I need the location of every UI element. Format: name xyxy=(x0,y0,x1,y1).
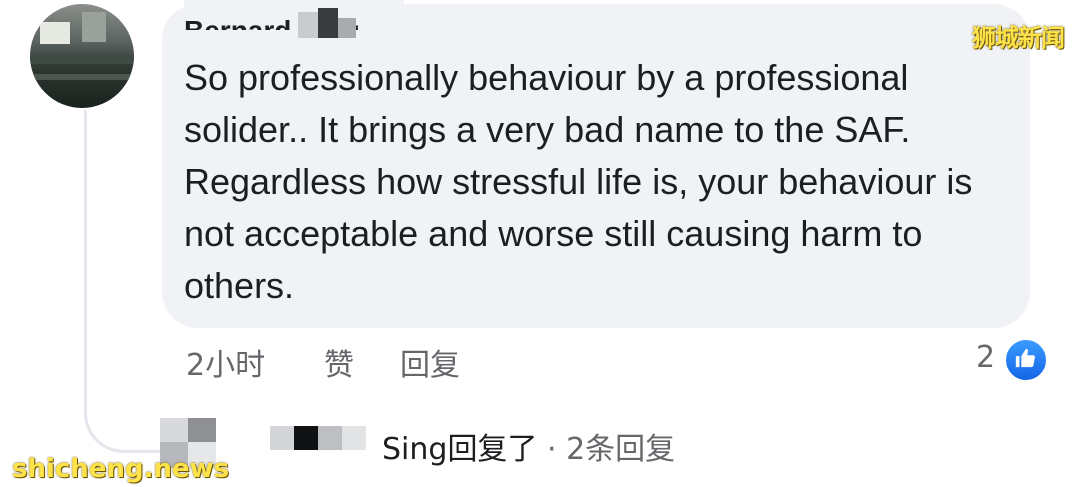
reply-button[interactable]: 回复 xyxy=(400,340,460,384)
watermark-logo-top: 狮城新闻 xyxy=(972,24,1065,52)
thread-connector-line xyxy=(84,110,167,453)
pixelated-censor xyxy=(270,422,366,462)
watermark-site-url: shicheng.news xyxy=(12,454,230,484)
pixelated-censor xyxy=(298,4,356,40)
thumbs-up-icon xyxy=(1004,338,1048,382)
cropped-edge xyxy=(184,0,404,16)
replies-count-link[interactable]: 2条回复 xyxy=(566,432,675,467)
commenter-avatar[interactable] xyxy=(30,4,134,108)
comment-text: So professionally behaviour by a profess… xyxy=(184,57,973,306)
comment-timestamp[interactable]: 2小时 xyxy=(186,340,265,384)
reaction-count: 2 xyxy=(976,340,996,375)
replier-name[interactable]: Sing xyxy=(382,432,447,467)
like-button[interactable]: 赞 xyxy=(324,340,354,384)
reply-action-text: 回复了 xyxy=(447,432,538,467)
reply-summary-text[interactable]: Sing回复了 · 2条回复 xyxy=(382,424,675,468)
separator-dot: · xyxy=(546,432,557,467)
